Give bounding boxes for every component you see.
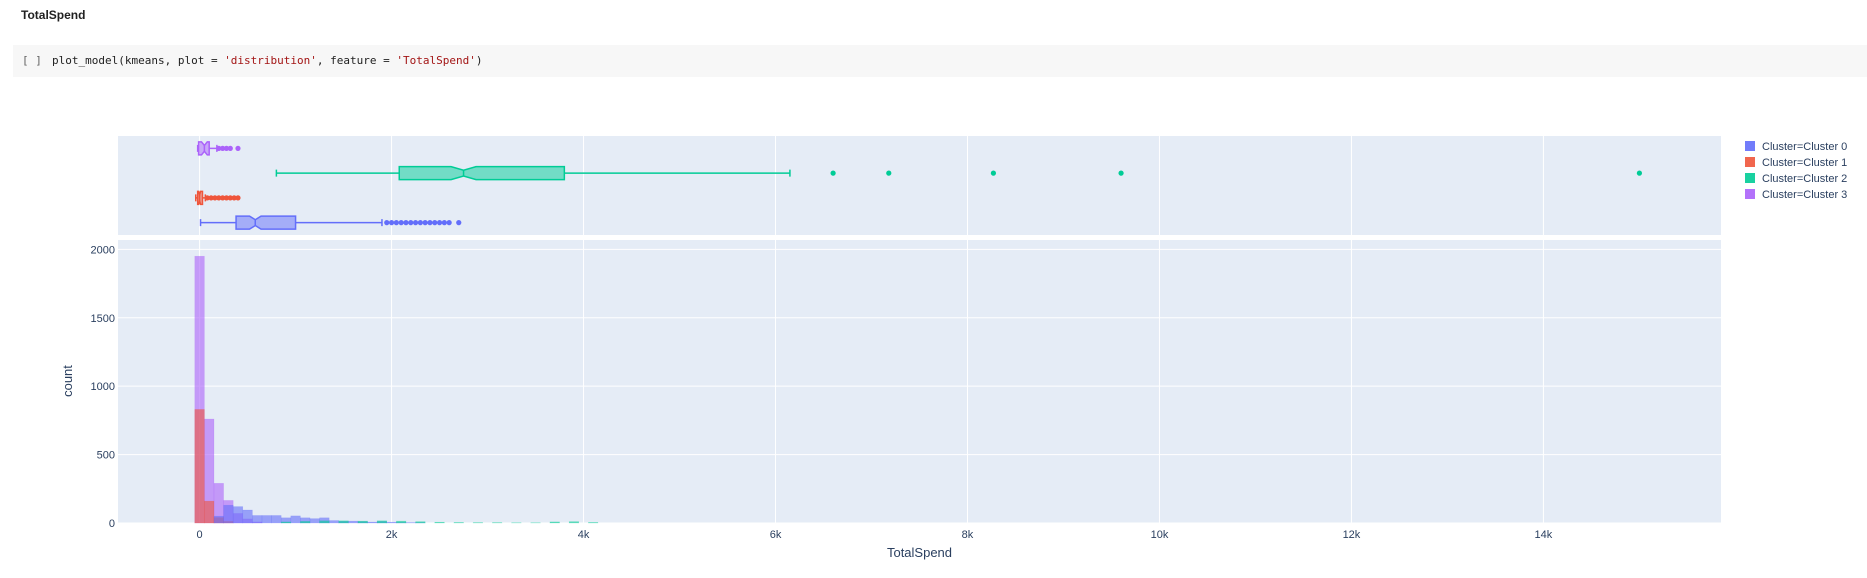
histogram-bar	[309, 518, 320, 524]
x-tick-label: 12k	[1343, 529, 1361, 541]
histogram-bar	[252, 515, 263, 524]
distribution-chart: 0 2k 4k 6k 8k 10k 12k 14k 0 500 1000 1500 2000 Total…	[60, 136, 1847, 560]
box-outlier-point	[990, 170, 997, 176]
box-outlier-point	[886, 170, 892, 176]
histogram-bar	[376, 520, 388, 524]
box-outlier-point	[393, 220, 399, 226]
box-body	[398, 165, 566, 181]
histogram-bar	[328, 520, 340, 524]
box-outlier-point	[384, 220, 390, 226]
box-outlier-point	[408, 220, 414, 226]
histogram-bar	[242, 509, 253, 524]
box-outlier-point	[456, 220, 462, 226]
legend-swatch[interactable]	[1745, 157, 1755, 167]
x-tick-label: 10k	[1151, 529, 1169, 541]
histogram-bar	[386, 521, 397, 524]
x-tick-label: 2k	[386, 529, 398, 541]
histogram-bar	[338, 520, 349, 524]
histogram-bar	[223, 504, 234, 524]
box-outlier-point	[235, 145, 241, 151]
histogram-bar	[415, 521, 426, 524]
box-outlier-point	[436, 220, 443, 226]
histogram-bar	[280, 521, 292, 524]
histogram-bar	[568, 521, 579, 524]
box-outlier-point	[441, 220, 447, 226]
y-tick-label: 1500	[91, 313, 115, 325]
box-panel-background	[118, 136, 1721, 235]
legend-item-label[interactable]: Cluster=Cluster 3	[1762, 189, 1847, 201]
histogram-bar	[213, 515, 224, 524]
legend-item-label[interactable]: Cluster=Cluster 1	[1762, 157, 1847, 169]
histogram-bar	[232, 506, 244, 524]
y-axis-title: count	[60, 365, 75, 397]
histogram-bar	[588, 522, 599, 524]
box-outlier-point	[432, 220, 438, 226]
box-body	[235, 215, 297, 230]
box-outlier-point	[388, 220, 395, 226]
y-tick-label: 2000	[91, 244, 115, 256]
legend-item-label[interactable]: Cluster=Cluster 0	[1762, 141, 1847, 153]
histogram-bar	[290, 515, 301, 524]
box-outlier-point	[1118, 170, 1124, 176]
box-outlier-point	[427, 220, 433, 226]
x-tick-label: 6k	[770, 529, 782, 541]
box-outlier-point	[412, 220, 419, 226]
box-outlier-point	[1636, 170, 1643, 176]
x-axis-title: TotalSpend	[887, 545, 952, 560]
histogram-bar	[194, 409, 205, 524]
histogram-bar	[261, 515, 272, 524]
histogram-bar	[319, 520, 330, 524]
box-outlier-point	[830, 170, 836, 176]
legend-swatch[interactable]	[1745, 189, 1755, 199]
histogram-bar	[357, 520, 368, 524]
x-tick-label: 0	[197, 529, 203, 541]
y-tick-label: 0	[109, 518, 115, 530]
histogram-bar	[348, 520, 359, 524]
histogram-bar	[396, 520, 407, 524]
histogram-bar	[434, 521, 445, 524]
legend-swatch[interactable]	[1745, 173, 1755, 183]
x-tick-label: 4k	[578, 529, 590, 541]
box-outlier-point	[235, 195, 241, 201]
x-tick-label: 8k	[962, 529, 974, 541]
box-outlier-point	[446, 220, 452, 226]
y-tick-label: 1000	[91, 381, 115, 393]
histogram-bar	[271, 515, 282, 524]
histogram-bar	[367, 521, 378, 524]
histogram-panel-background	[118, 240, 1721, 523]
y-tick-label: 500	[97, 450, 115, 462]
box-outlier-point	[227, 145, 233, 151]
box-outlier-point	[422, 220, 428, 226]
legend[interactable]: Cluster=Cluster 0 Cluster=Cluster 1 Cluste…	[1745, 141, 1847, 201]
x-tick-label: 14k	[1535, 529, 1553, 541]
box-outlier-point	[403, 220, 409, 226]
histogram-bar	[549, 521, 560, 524]
legend-item-label[interactable]: Cluster=Cluster 2	[1762, 173, 1847, 185]
histogram-bar	[300, 521, 311, 524]
box-outlier-point	[398, 220, 404, 226]
histogram-bar	[204, 500, 215, 524]
box-outlier-point	[417, 220, 423, 226]
legend-swatch[interactable]	[1745, 141, 1755, 151]
histogram-bar	[453, 522, 464, 524]
